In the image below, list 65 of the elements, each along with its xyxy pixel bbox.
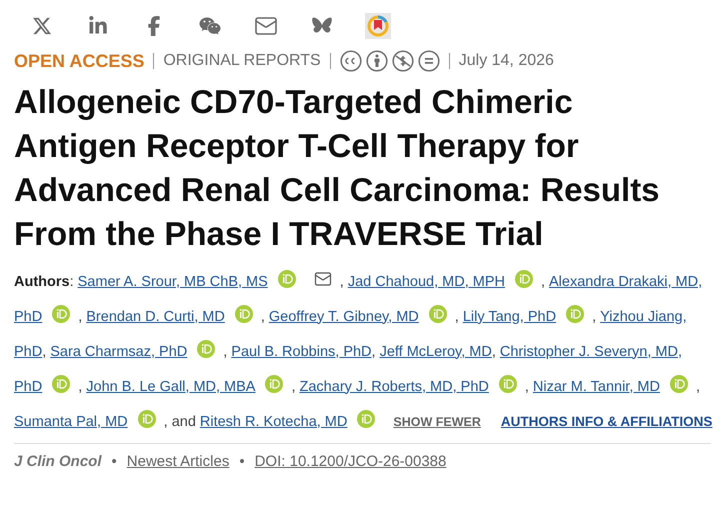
author-link[interactable]: Jad Chahoud, MD, MPH	[348, 274, 505, 290]
section-link[interactable]: Newest Articles	[126, 453, 230, 470]
article-type: ORIGINAL REPORTS	[163, 52, 321, 70]
journal-name: J Clin Oncol	[14, 453, 102, 470]
separator-text: ,	[372, 344, 376, 360]
separator-text: ,	[592, 308, 596, 324]
separator-text: ,	[223, 344, 228, 360]
orcid-icon[interactable]	[498, 374, 517, 392]
affiliations-link[interactable]: AUTHORS INFO & AFFILIATIONS	[500, 414, 712, 429]
person-license-icon	[366, 50, 388, 72]
separator-text: ,	[540, 274, 546, 290]
author-link[interactable]: John B. Le Gall, MD, MBA	[86, 378, 256, 394]
colon-text: :	[70, 274, 74, 290]
author-link[interactable]: PhD	[14, 344, 42, 360]
publication-date: July 14, 2026	[458, 52, 554, 70]
separator-text: ,	[291, 378, 296, 394]
author-link[interactable]: Ritesh R. Kotecha, MD	[200, 414, 348, 430]
show-fewer-link[interactable]: SHOW FEWER	[393, 414, 481, 428]
mail-icon[interactable]	[314, 270, 332, 288]
bullet-text: •	[112, 453, 117, 470]
separator-text: ,	[454, 308, 459, 324]
separator-text: ,	[78, 308, 82, 324]
author-link[interactable]: Nizar M. Tannir, MD	[532, 378, 660, 394]
separator-text: ,	[492, 344, 496, 360]
orcid-icon[interactable]	[234, 304, 253, 322]
separator-text: ,	[524, 378, 529, 394]
orcid-icon[interactable]	[428, 304, 447, 322]
orcid-icon[interactable]	[514, 270, 533, 288]
bullet-text: •	[239, 453, 245, 470]
orcid-icon[interactable]	[52, 304, 70, 322]
orcid-icon[interactable]	[197, 340, 216, 358]
orcid-icon[interactable]	[566, 304, 584, 322]
orcid-icon[interactable]	[357, 410, 376, 428]
orcid-icon[interactable]	[52, 374, 70, 392]
author-link[interactable]: Zachary J. Roberts, MD, PhD	[300, 378, 489, 394]
author-link[interactable]: Paul B. Robbins, PhD	[231, 344, 372, 360]
author-link[interactable]: Brendan D. Curti, MD	[86, 308, 225, 324]
doi-link[interactable]: DOI: 10.1200/JCO-26-00388	[254, 453, 446, 470]
separator-text: , and	[164, 414, 196, 430]
author-link[interactable]: Yizhou Jiang,	[600, 308, 687, 324]
author-link[interactable]: Samer A. Srour, MB ChB, MS	[78, 274, 268, 290]
separator-text: ,	[78, 378, 82, 394]
author-link[interactable]: Sumanta Pal, MD	[14, 414, 128, 430]
orcid-icon[interactable]	[670, 374, 688, 392]
orcid-icon[interactable]	[278, 270, 296, 288]
orcid-icon[interactable]	[138, 410, 156, 428]
authors-label: Authors	[14, 274, 70, 290]
author-link[interactable]: Jeff McLeroy, MD	[380, 344, 492, 360]
open-access-label: OPEN ACCESS	[14, 50, 144, 72]
separator-text: ,	[696, 378, 700, 394]
author-link[interactable]: PhD	[14, 308, 42, 324]
cc-license-icon	[340, 50, 362, 72]
author-link[interactable]: Christopher J. Severyn, MD,	[500, 344, 682, 360]
author-link[interactable]: Alexandra Drakaki, MD,	[549, 274, 702, 290]
no-dollar-license-icon	[392, 50, 414, 72]
article-title: Allogeneic CD70-Targeted Chimeric Antigen Receptor T-Cell Therapy for Advanced Renal Cell Carcinoma: Results From the Phase I TRAVERSE Trial	[14, 82, 661, 254]
author-link[interactable]: Geoffrey T. Gibney, MD	[268, 308, 419, 324]
author-link[interactable]: Lily Tang, PhD	[462, 308, 556, 324]
separator-text: ,	[260, 308, 265, 324]
separator-text: ,	[340, 274, 344, 290]
equals-license-icon	[418, 50, 440, 72]
separator-text: ,	[42, 344, 46, 360]
author-link[interactable]: PhD	[14, 378, 42, 394]
orcid-icon[interactable]	[265, 374, 284, 392]
author-link[interactable]: Sara Charmsaz, PhD	[50, 344, 188, 360]
